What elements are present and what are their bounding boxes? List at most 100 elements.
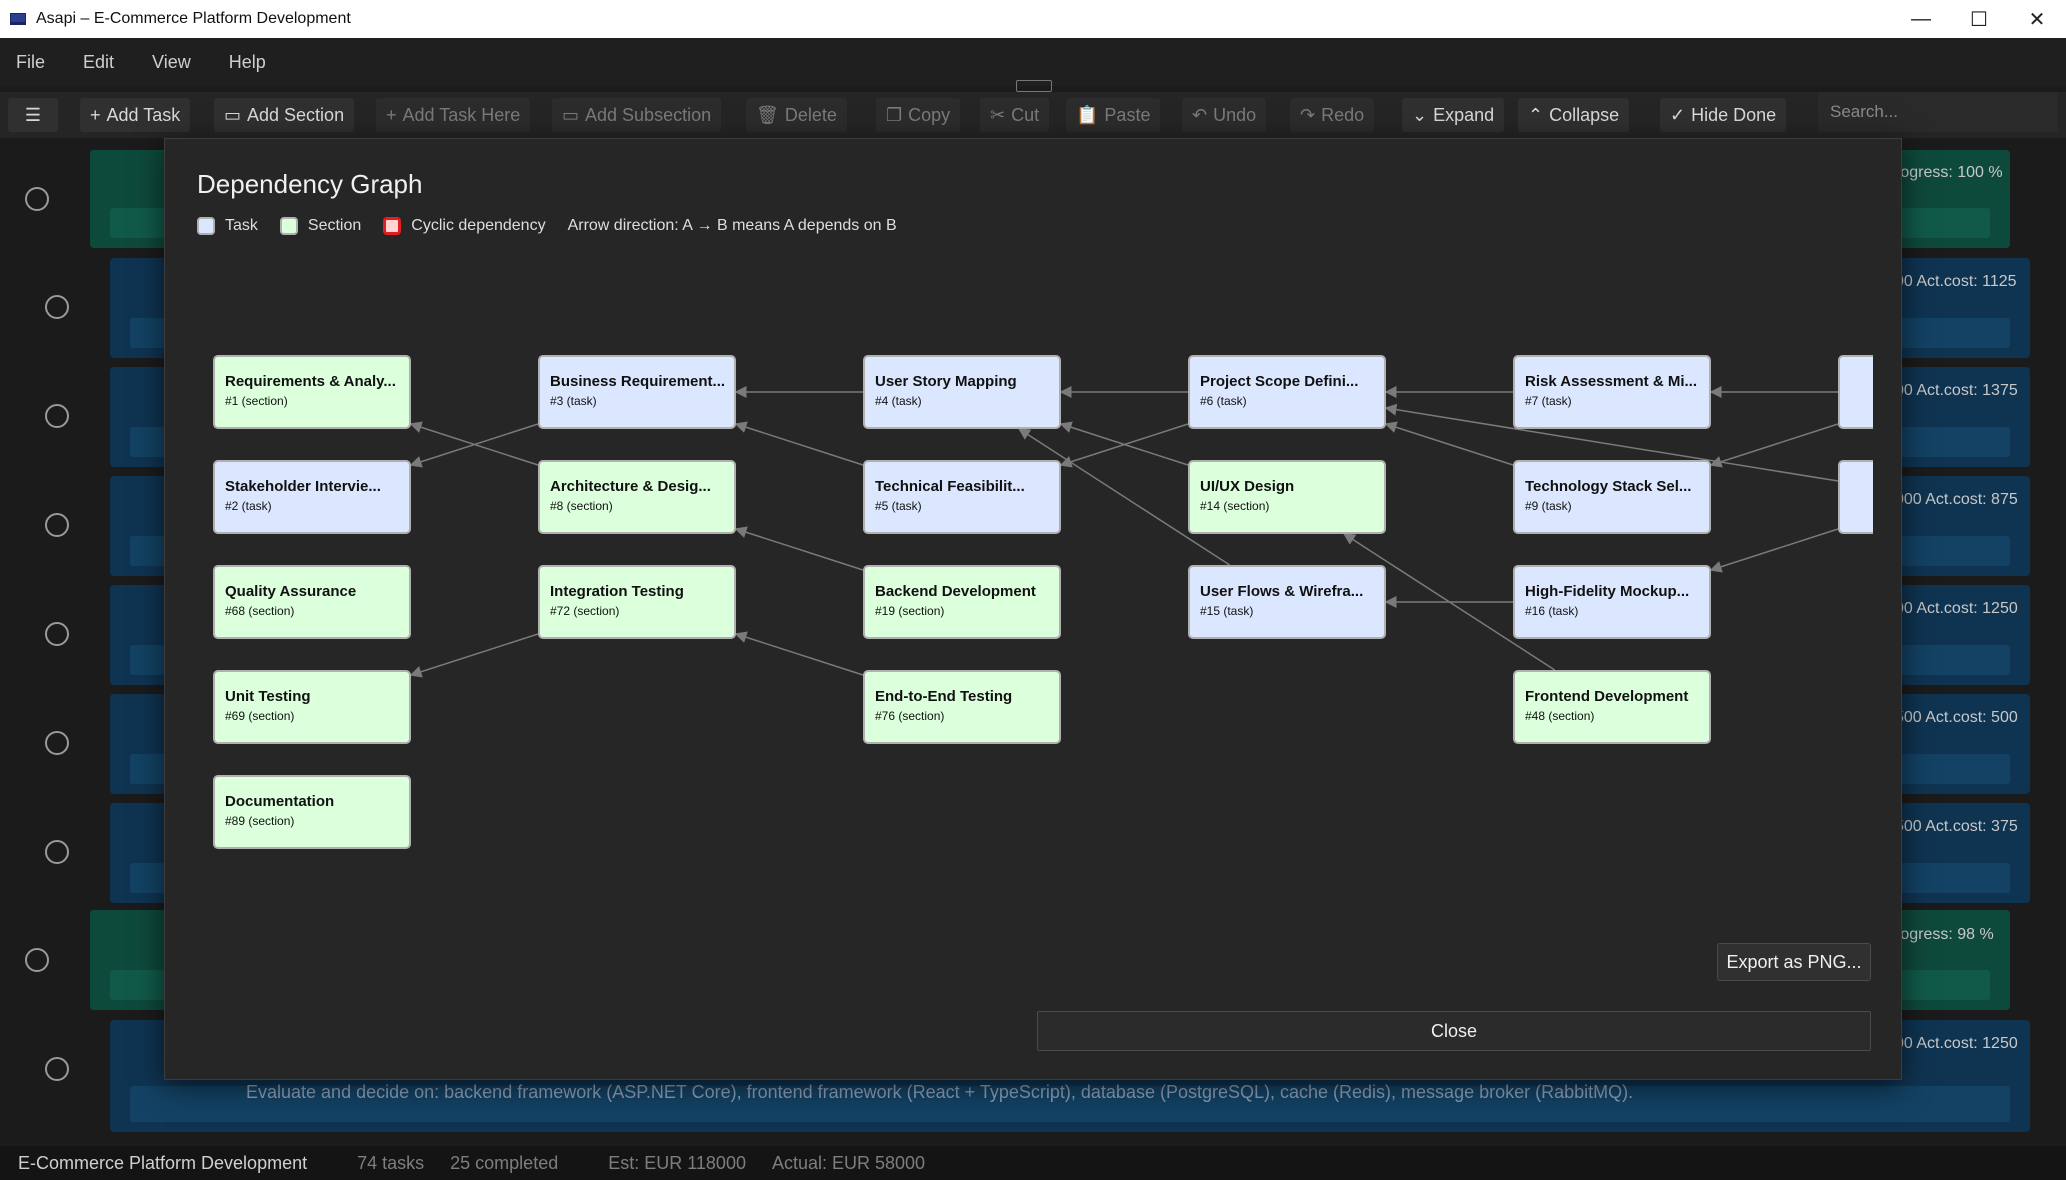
node-meta: #48 (section) — [1525, 709, 1595, 723]
node-meta: #7 (task) — [1525, 394, 1572, 408]
collapse-button[interactable]: ⌃ Collapse — [1518, 98, 1630, 132]
check-icon: ✓ — [1670, 104, 1686, 125]
toolbar-grip-handle[interactable] — [1016, 80, 1052, 92]
close-dialog-button[interactable]: Close — [1037, 1011, 1871, 1051]
row-meta: 00 Act.cost: 1250 — [1895, 600, 2018, 617]
graph-node[interactable]: High-Fidelity Mockup... #16 (task) — [1513, 565, 1711, 639]
menu-view[interactable]: View — [152, 52, 191, 73]
graph-node[interactable]: Risk Assessment & Mi... #7 (task) — [1513, 355, 1711, 429]
row-meta: 500 Act.cost: 500 — [1895, 709, 2018, 726]
cut-button[interactable]: ✂ Cut — [980, 98, 1050, 132]
section-icon: ▭ — [224, 104, 242, 125]
graph-node[interactable]: User Story Mapping #4 (task) — [863, 355, 1061, 429]
status-task-count: 74 tasks — [357, 1152, 425, 1173]
node-name: Backend Development — [875, 583, 1036, 600]
status-project-name: E-Commerce Platform Development — [18, 1152, 308, 1173]
status-circle[interactable] — [45, 295, 69, 319]
graph-node[interactable]: User Flows & Wirefra... #15 (task) — [1188, 565, 1386, 639]
node-meta: #4 (task) — [875, 394, 922, 408]
status-completed-count: 25 completed — [450, 1152, 559, 1173]
dependency-edge — [734, 421, 864, 466]
minimize-button[interactable]: — — [1892, 0, 1950, 38]
status-circle[interactable] — [45, 840, 69, 864]
node-name: Project Scope Defini... — [1200, 373, 1359, 390]
hamburger-menu-button[interactable]: ☰ — [8, 98, 58, 132]
redo-icon: ↷ — [1300, 104, 1316, 125]
legend-cyclic-label: Cyclic dependency — [411, 217, 546, 234]
status-circle[interactable] — [25, 948, 49, 972]
graph-node[interactable]: Requirements & Analy... #1 (section) — [213, 355, 411, 429]
node-name: Business Requirement... — [550, 373, 726, 390]
node-meta: #76 (section) — [875, 709, 945, 723]
graph-node[interactable]: Integration Testing #72 (section) — [538, 565, 736, 639]
node-meta: #68 (section) — [225, 604, 295, 618]
copy-icon: ❐ — [886, 104, 903, 125]
node-meta: #72 (section) — [550, 604, 620, 618]
graph-node[interactable]: Unit Testing #69 (section) — [213, 670, 411, 744]
delete-button[interactable]: 🗑 Delete — [746, 98, 847, 132]
node-meta: #89 (section) — [225, 814, 295, 828]
graph-node[interactable]: Technical Feasibilit... #5 (task) — [863, 460, 1061, 534]
task-description: Evaluate and decide on: backend framewor… — [246, 1082, 1634, 1102]
node-name: Quality Assurance — [225, 583, 357, 600]
legend-task-swatch — [197, 217, 215, 235]
row-meta: rogress: 100 % — [1895, 164, 2003, 181]
app-icon — [10, 13, 26, 25]
undo-button[interactable]: ↶ Undo — [1182, 98, 1267, 132]
node-name: Technical Feasibilit... — [875, 478, 1025, 495]
status-circle[interactable] — [45, 1057, 69, 1081]
status-circle[interactable] — [45, 404, 69, 428]
graph-node[interactable]: Business Requirement... #3 (task) — [538, 355, 736, 429]
graph-node[interactable]: Architecture & Desig... #8 (section) — [538, 460, 736, 534]
graph-node[interactable]: Project Scope Defini... #6 (task) — [1188, 355, 1386, 429]
menu-file[interactable]: File — [16, 52, 45, 73]
window-title: Asapi – E-Commerce Platform Development — [36, 10, 351, 27]
status-circle[interactable] — [25, 187, 49, 211]
node-name: End-to-End Testing — [875, 688, 1013, 705]
graph-node[interactable]: End-to-End Testing #76 (section) — [863, 670, 1061, 744]
copy-button[interactable]: ❐ Copy — [876, 98, 961, 132]
search-input[interactable]: Search... — [1818, 92, 2058, 132]
node-meta: #14 (section) — [1200, 499, 1270, 513]
scissors-icon: ✂ — [990, 104, 1006, 125]
node-name: Architecture & Desig... — [550, 478, 711, 495]
close-window-button[interactable]: ✕ — [2008, 0, 2066, 38]
export-png-button[interactable]: Export as PNG... — [1717, 943, 1871, 981]
paste-button[interactable]: 📋 Paste — [1066, 98, 1161, 132]
add-subsection-button[interactable]: ▭ Add Subsection — [552, 98, 722, 132]
graph-node[interactable]: UI/UX Design #14 (section) — [1188, 460, 1386, 534]
menu-edit[interactable]: Edit — [83, 52, 114, 73]
chevron-down-icon: ⌄ — [1412, 104, 1428, 125]
add-task-button[interactable]: + Add Task — [80, 98, 191, 132]
graph-canvas[interactable]: Requirements & Analy... #1 (section) Stake… — [197, 269, 1873, 949]
status-circle[interactable] — [45, 622, 69, 646]
graph-node[interactable]: Quality Assurance #68 (section) — [213, 565, 411, 639]
dependency-graph-dialog: Dependency Graph Task Section Cyclic dep… — [164, 138, 1902, 1080]
graph-node[interactable]: Stakeholder Intervie... #2 (task) — [213, 460, 411, 534]
graph-node[interactable]: Technology Stack Sel... #9 (task) — [1513, 460, 1711, 534]
graph-node[interactable]: Backend Development #19 (section) — [863, 565, 1061, 639]
window-title-bar: Asapi – E-Commerce Platform Development … — [0, 0, 2066, 38]
graph-node[interactable] — [1838, 460, 1873, 534]
maximize-button[interactable]: ☐ — [1950, 0, 2008, 38]
graph-node[interactable]: Frontend Development #48 (section) — [1513, 670, 1711, 744]
add-task-here-button[interactable]: + Add Task Here — [376, 98, 531, 132]
status-circle[interactable] — [45, 513, 69, 537]
legend-arrow-note: Arrow direction: A → B means A depends o… — [567, 217, 897, 234]
expand-button[interactable]: ⌄ Expand — [1402, 98, 1505, 132]
row-meta: 00 Act.cost: 1375 — [1895, 382, 2018, 399]
plus-icon: + — [386, 104, 397, 125]
menu-help[interactable]: Help — [229, 52, 266, 73]
graph-node[interactable]: Documentation #89 (section) — [213, 775, 411, 849]
legend-section-swatch — [279, 217, 298, 235]
node-name: User Flows & Wirefra... — [1200, 583, 1364, 600]
add-section-button[interactable]: ▭ Add Section — [214, 98, 355, 132]
hide-done-button[interactable]: ✓ Hide Done — [1660, 98, 1787, 132]
undo-icon: ↶ — [1192, 104, 1208, 125]
redo-button[interactable]: ↷ Redo — [1290, 98, 1375, 132]
undo-label: Undo — [1213, 104, 1257, 125]
node-name: High-Fidelity Mockup... — [1525, 583, 1690, 600]
graph-node[interactable] — [1838, 355, 1873, 429]
node-meta: #19 (section) — [875, 604, 945, 618]
status-circle[interactable] — [45, 731, 69, 755]
